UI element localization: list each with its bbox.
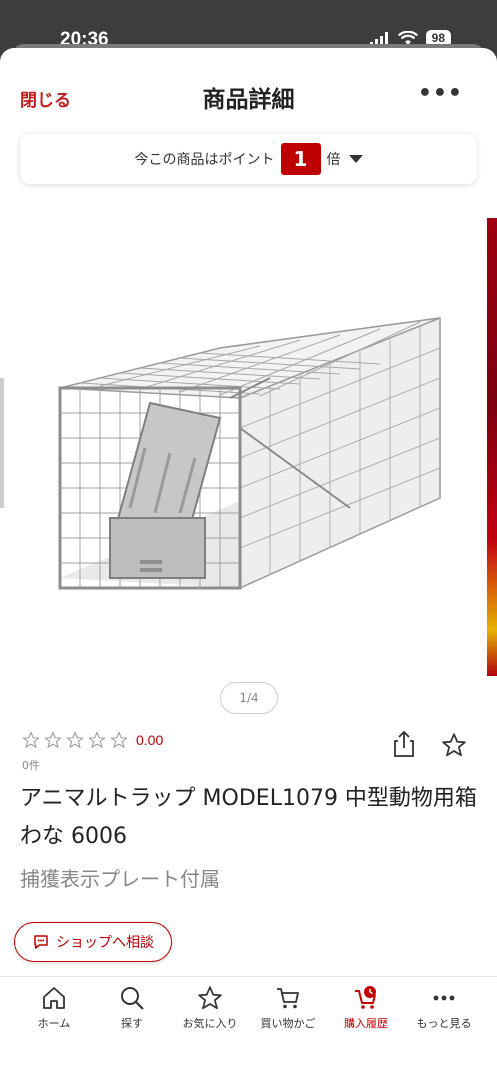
- search-icon: [121, 987, 144, 1010]
- consult-shop-label: ショップへ相談: [56, 935, 154, 951]
- tab-purchase-history-label: 購入履歴: [344, 1017, 388, 1030]
- points-multiplier-badge: 1: [280, 143, 321, 175]
- tab-purchase-history[interactable]: 購入履歴: [326, 985, 406, 1031]
- star-empty-icon: [44, 731, 62, 749]
- tab-more[interactable]: もっと見る: [404, 985, 484, 1031]
- tab-home-label: ホーム: [37, 1017, 71, 1030]
- points-prefix: 今この商品はポイント: [134, 152, 275, 168]
- star-empty-icon: [66, 731, 84, 749]
- favorite-star-icon[interactable]: [441, 732, 467, 758]
- previous-image-peek: [0, 378, 4, 508]
- points-suffix: 倍: [326, 152, 341, 168]
- product-image[interactable]: [40, 288, 450, 608]
- home-icon: [43, 987, 65, 1009]
- star-icon: [198, 986, 222, 1010]
- nav-header: 閉じる 商品詳細 •••: [0, 48, 497, 144]
- tab-search-label: 探す: [121, 1017, 143, 1030]
- share-icon[interactable]: [392, 730, 416, 758]
- product-detail-sheet: 閉じる 商品詳細 ••• 今この商品はポイント 1 倍 1/4 0.00 0件 …: [0, 48, 497, 1080]
- product-name: アニマルトラップ MODEL1079 中型動物用箱わな 6006: [20, 786, 477, 849]
- more-options-button[interactable]: •••: [418, 81, 463, 106]
- rating-value: 0.00: [136, 732, 164, 748]
- cart-icon: [277, 988, 299, 1009]
- star-empty-icon: [22, 731, 40, 749]
- product-catch-copy: 捕獲表示プレート付属: [20, 867, 220, 891]
- tab-favorites[interactable]: お気に入り: [170, 985, 250, 1031]
- image-pager: 1/4: [220, 682, 278, 714]
- bottom-tab-bar: ホーム 探す お気に入り 買い物かご 購入履歴 もっと見る: [0, 976, 497, 1080]
- chat-bubble-icon: [34, 935, 48, 949]
- caret-down-icon: [348, 155, 363, 163]
- tab-cart[interactable]: 買い物かご: [248, 985, 328, 1031]
- more-icon: [433, 995, 455, 1001]
- tab-cart-label: 買い物かご: [260, 1017, 316, 1030]
- star-empty-icon: [110, 731, 128, 749]
- star-empty-icon: [88, 731, 106, 749]
- points-banner[interactable]: 今この商品はポイント 1 倍: [20, 134, 477, 184]
- purchase-history-icon: [355, 986, 376, 1009]
- tab-favorites-label: お気に入り: [182, 1017, 238, 1030]
- rating-row[interactable]: 0.00: [22, 731, 163, 749]
- review-count[interactable]: 0件: [22, 757, 40, 773]
- tab-more-label: もっと見る: [416, 1017, 472, 1030]
- tab-home[interactable]: ホーム: [14, 985, 94, 1031]
- consult-shop-button[interactable]: ショップへ相談: [14, 922, 172, 962]
- next-banner-peek[interactable]: [487, 218, 497, 676]
- tab-search[interactable]: 探す: [92, 985, 172, 1031]
